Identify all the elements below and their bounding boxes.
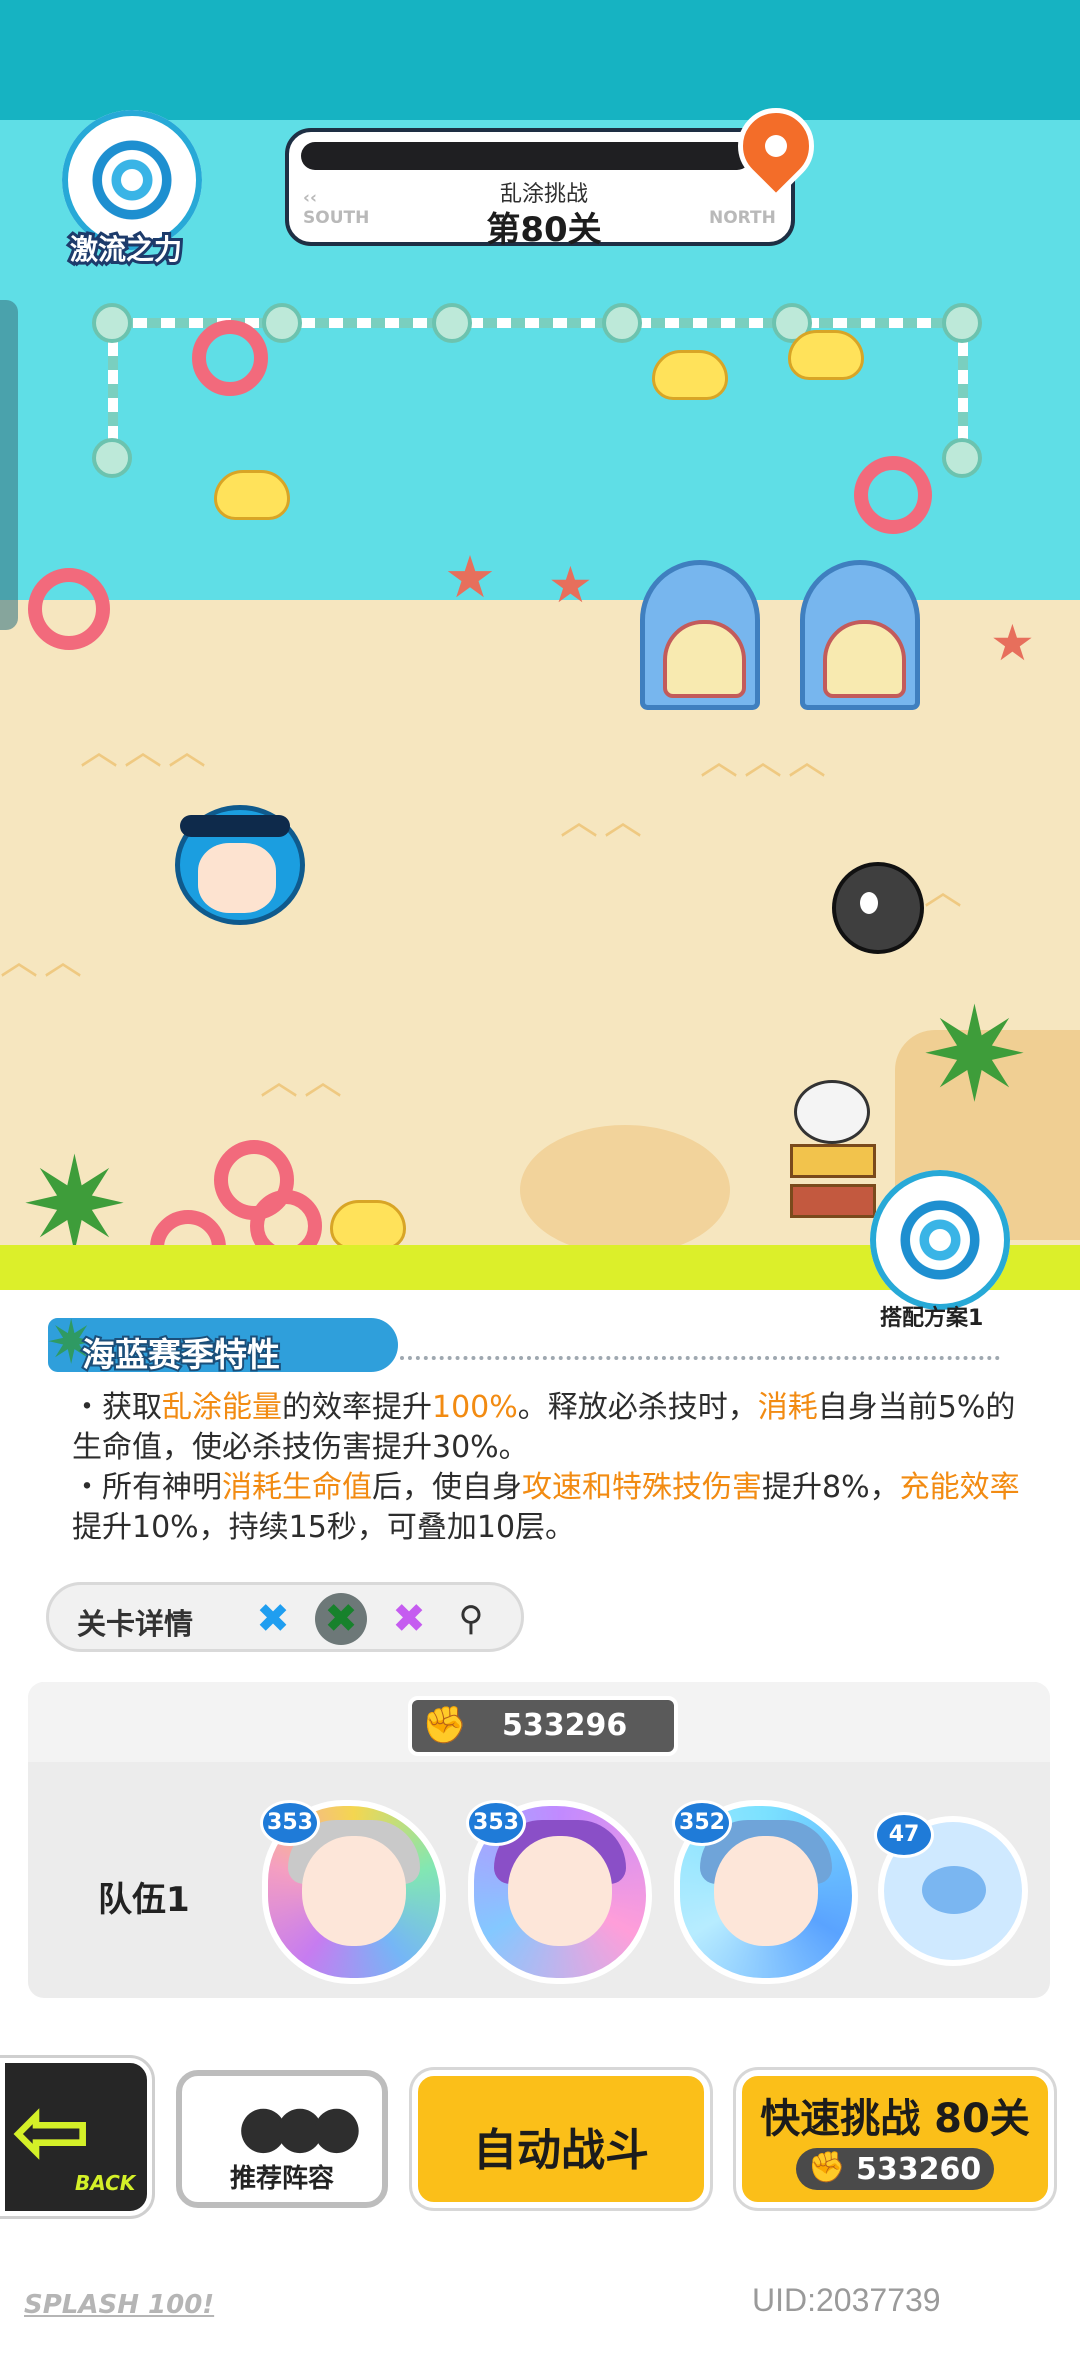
level-detail-label: 关卡详情 [77, 1607, 194, 1641]
slime-drip [120, 1270, 160, 1290]
pet-level-badge: 47 [874, 1812, 934, 1858]
team-power-value: 533296 [502, 1708, 628, 1743]
footer-logo: SPLASH 100! [24, 2290, 215, 2320]
starfish-icon: ★ [990, 614, 1035, 672]
sand-ripple: ︿︿︿ [700, 739, 833, 783]
team-label: 队伍1 [98, 1880, 190, 1920]
rope-fence-right [958, 330, 968, 440]
season-trait-line-1: ・获取乱涂能量的效率提升100%。释放必杀技时，消耗自身当前5%的生命值，使必杀… [72, 1390, 1016, 1465]
member-level-badge: 353 [466, 1800, 526, 1846]
dotted-divider [400, 1356, 1000, 1360]
sand-ripple: ︿︿ [560, 799, 649, 843]
purple-clover-icon[interactable]: ✖ [383, 1593, 435, 1645]
loadout-scheme-button[interactable] [870, 1170, 1020, 1320]
shark-fin-prop [640, 560, 760, 710]
buoy-post [942, 303, 982, 343]
buoy-post [92, 303, 132, 343]
blue-clover-icon[interactable]: ✖ [247, 1593, 299, 1645]
buoy-post [942, 438, 982, 478]
player-character[interactable] [120, 785, 350, 975]
buoy-post [92, 438, 132, 478]
rubber-duck [652, 350, 728, 400]
ink-blob-enemy[interactable] [832, 862, 924, 954]
auto-battle-button[interactable]: 自动战斗 [412, 2070, 710, 2208]
sand-ripple: ︿︿ [0, 939, 89, 983]
buoy-post [602, 303, 642, 343]
member-level-badge: 352 [672, 1800, 732, 1846]
team-card[interactable]: ✊ 533296 队伍1 353 353 352 47 [28, 1682, 1050, 1998]
season-trait-title: 海蓝赛季特性 [80, 1333, 282, 1376]
team-power-badge: ✊ 533296 [408, 1696, 678, 1756]
challenge-progress-panel: ‹‹ SOUTH NORTH 乱涂挑战 第80关 [285, 128, 795, 250]
back-label: BACK [75, 2171, 136, 2195]
magnifier-icon[interactable]: ⚲ [445, 1593, 497, 1645]
group-icon: ●●● [238, 2092, 362, 2160]
starfish-icon: ★ [548, 556, 593, 614]
quick-challenge-cost: ✊ 533260 [796, 2148, 994, 2190]
member-level-badge: 353 [260, 1800, 320, 1846]
progress-track [301, 142, 751, 170]
sand-ripple: ︿︿ [260, 1059, 349, 1103]
level-detail-bar[interactable]: 关卡详情 ✖ ✖ ✖ ⚲ [46, 1582, 524, 1652]
swim-ring [192, 320, 268, 396]
pirate-signpost [790, 1080, 876, 1240]
shark-fin-prop [800, 560, 920, 710]
quick-challenge-label: 快速挑战 80关 [760, 2096, 1030, 2142]
rubber-duck [214, 470, 290, 520]
torrent-power-label: 激流之力 [67, 230, 185, 269]
quick-challenge-button[interactable]: 快速挑战 80关 ✊ 533260 [736, 2070, 1054, 2208]
challenge-level: 第80关 [486, 210, 602, 250]
swirl-icon [870, 1170, 1010, 1310]
palm-tree: ✷ [920, 979, 1029, 1131]
slime-drip [470, 1270, 530, 1290]
side-drawer-handle[interactable] [0, 300, 18, 630]
recommended-lineup-label: 推荐阵容 [229, 2164, 334, 2194]
fist-icon: ✊ [422, 1705, 467, 1746]
swim-ring [854, 456, 932, 534]
rubber-duck [788, 330, 864, 380]
back-button[interactable]: ⇦ BACK [0, 2058, 152, 2216]
auto-battle-label: 自动战斗 [473, 2125, 649, 2176]
recommended-lineup-button[interactable]: ●●● 推荐阵容 [176, 2070, 388, 2208]
user-id: UID:2037739 [752, 2282, 941, 2318]
season-trait-line-2: ・所有神明消耗生命值后，使自身攻速和特殊技伤害提升8%，充能效率提升10%，持续… [72, 1470, 1020, 1545]
quick-cost-value: 533260 [856, 2152, 982, 2187]
sand-ripple: ︿︿︿ [80, 729, 213, 773]
buoy-post [432, 303, 472, 343]
green-clover-icon[interactable]: ✖ [315, 1593, 367, 1645]
fist-icon: ✊ [808, 2150, 846, 2185]
loadout-scheme-label: 搭配方案1 [880, 1306, 984, 1331]
swim-ring [28, 568, 110, 650]
sand-mound [520, 1125, 730, 1255]
starfish-icon: ★ [444, 543, 496, 611]
back-arrow-icon: ⇦ [11, 2075, 92, 2187]
rope-fence-left [108, 330, 118, 440]
rubber-duck [330, 1200, 406, 1250]
buoy-post [262, 303, 302, 343]
